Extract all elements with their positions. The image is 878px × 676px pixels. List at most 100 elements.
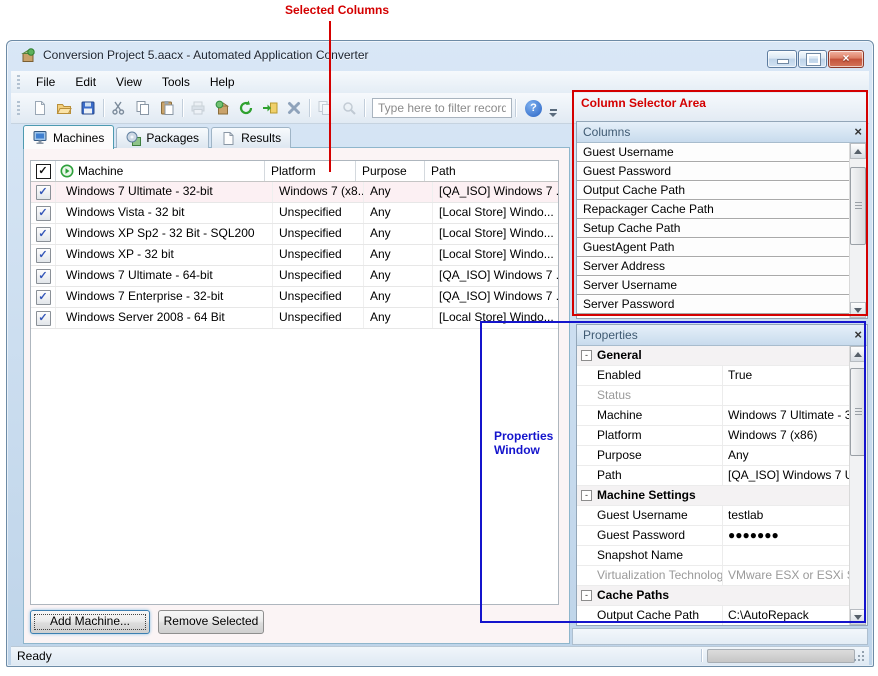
cell-platform: Unspecified [273, 203, 364, 223]
refresh-icon[interactable] [234, 96, 258, 120]
column-header-label: Platform [271, 164, 316, 178]
close-button[interactable]: × [828, 50, 864, 68]
save-icon[interactable] [76, 96, 100, 120]
cell-machine: Windows 7 Ultimate - 64-bit [56, 266, 273, 286]
open-icon[interactable] [52, 96, 76, 120]
overflow-bar-icon [550, 109, 557, 111]
checkbox-check-icon: ✓ [38, 250, 47, 261]
checkbox-check-icon: ✓ [38, 208, 47, 219]
cell-platform: Windows 7 (x8... [273, 182, 364, 202]
maximize-icon [807, 54, 820, 65]
cell-purpose: Any [364, 224, 433, 244]
page: Conversion Project 5.aacx - Automated Ap… [0, 0, 878, 676]
table-row[interactable]: ✓Windows 7 Ultimate - 32-bitWindows 7 (x… [31, 182, 558, 203]
annotation-column-selector-label: Column Selector Area [581, 96, 706, 110]
column-header-platform[interactable]: Platform [265, 161, 356, 181]
copy-icon[interactable] [131, 96, 155, 120]
table-row[interactable]: ✓ Windows Vista - 32 bitUnspecifiedAny[Lo… [31, 203, 558, 224]
add-machine-button[interactable]: Add Machine... [30, 610, 150, 634]
print-icon[interactable] [186, 96, 210, 120]
annotation-column-selector-rect [572, 90, 868, 316]
row-checkbox[interactable]: ✓ [31, 245, 56, 265]
cell-machine: Windows XP Sp2 - 32 Bit - SQL200 [56, 224, 273, 244]
row-checkbox[interactable]: ✓ [31, 224, 56, 244]
maximize-button[interactable] [798, 50, 827, 68]
cell-machine: Windows Server 2008 - 64 Bit [56, 308, 273, 328]
duplicate-icon[interactable] [313, 96, 337, 120]
cell-path: [Local Store] Windo... [433, 203, 558, 223]
cut-icon[interactable] [107, 96, 131, 120]
tab-strip: Machines Packages Results [23, 125, 293, 148]
menu-tools[interactable]: Tools [154, 73, 198, 91]
table-row[interactable]: ✓Windows 7 Ultimate - 64-bitUnspecifiedA… [31, 266, 558, 287]
table-header: ✓ Machine Platform Purpose Path [31, 161, 558, 182]
menubar-grip-icon[interactable] [17, 75, 20, 89]
cell-purpose: Any [364, 182, 433, 202]
toolbar-grip-icon[interactable] [17, 101, 20, 115]
status-bar: Ready [11, 646, 869, 665]
row-checkbox[interactable]: ✓ [31, 287, 56, 307]
cell-machine: Windows 7 Enterprise - 32-bit [56, 287, 273, 307]
run-icon[interactable] [258, 96, 282, 120]
column-header-label: Purpose [362, 164, 407, 178]
cell-path: [QA_ISO] Windows 7 ... [433, 287, 558, 307]
checkbox-check-icon: ✓ [38, 166, 47, 177]
close-icon: × [829, 51, 863, 66]
menu-file[interactable]: File [28, 73, 63, 91]
cell-machine: Windows Vista - 32 bit [56, 203, 273, 223]
delete-icon[interactable] [282, 96, 306, 120]
menu-view[interactable]: View [108, 73, 150, 91]
row-checkbox[interactable]: ✓ [31, 203, 56, 223]
menu-edit[interactable]: Edit [67, 73, 104, 91]
table-row[interactable]: ✓Windows Server 2008 - 64 BitUnspecified… [31, 308, 558, 329]
checkbox-check-icon: ✓ [38, 229, 47, 240]
results-tab-icon [221, 131, 236, 146]
dock-bottom-strip [572, 628, 868, 645]
tab-results[interactable]: Results [211, 127, 291, 148]
package-icon[interactable] [210, 96, 234, 120]
cell-machine: Windows 7 Ultimate - 32-bit [56, 182, 273, 202]
toolbar-overflow-button[interactable] [546, 95, 560, 122]
column-header-label: Machine [78, 164, 123, 178]
titlebar[interactable]: Conversion Project 5.aacx - Automated Ap… [7, 41, 873, 69]
filter-input[interactable] [372, 98, 512, 118]
table-row[interactable]: ✓Windows XP - 32 bitUnspecifiedAny[Local… [31, 245, 558, 266]
column-header-purpose[interactable]: Purpose [356, 161, 425, 181]
row-checkbox[interactable]: ✓ [31, 308, 56, 328]
new-icon[interactable] [28, 96, 52, 120]
toolbar-separator [515, 99, 516, 117]
cell-purpose: Any [364, 245, 433, 265]
cell-platform: Unspecified [273, 308, 364, 328]
toolbar-separator [364, 99, 365, 117]
tab-packages[interactable]: Packages [116, 127, 209, 148]
table-row[interactable]: ✓Windows 7 Enterprise - 32-bitUnspecifie… [31, 287, 558, 308]
cell-platform: Unspecified [273, 287, 364, 307]
window-title: Conversion Project 5.aacx - Automated Ap… [43, 48, 369, 62]
select-all-checkbox[interactable]: ✓ [31, 161, 56, 181]
paste-icon[interactable] [155, 96, 179, 120]
annotation-selected-columns-label: Selected Columns [285, 3, 389, 17]
help-icon[interactable]: ? [525, 100, 542, 117]
tab-machines[interactable]: Machines [23, 125, 114, 149]
cell-platform: Unspecified [273, 245, 364, 265]
chevron-down-icon [549, 113, 557, 117]
packages-tab-icon [126, 131, 141, 146]
cell-purpose: Any [364, 308, 433, 328]
annotation-properties-window-label: Properties Window [494, 429, 553, 457]
column-header-machine[interactable]: Machine [56, 161, 265, 181]
progress-well [707, 649, 855, 663]
table-row[interactable]: ✓Windows XP Sp2 - 32 Bit - SQL200Unspeci… [31, 224, 558, 245]
minimize-button[interactable] [767, 50, 797, 68]
row-checkbox[interactable]: ✓ [31, 182, 56, 202]
menu-help[interactable]: Help [202, 73, 243, 91]
search-icon[interactable] [337, 96, 361, 120]
column-header-label: Path [431, 164, 456, 178]
tab-label: Results [241, 131, 281, 145]
remove-selected-button[interactable]: Remove Selected [158, 610, 264, 634]
cell-path: [QA_ISO] Windows 7 ... [433, 266, 558, 286]
resize-grip-icon[interactable] [854, 651, 865, 662]
run-status-icon [60, 164, 74, 178]
row-checkbox[interactable]: ✓ [31, 266, 56, 286]
column-header-path[interactable]: Path [425, 161, 558, 181]
cell-purpose: Any [364, 203, 433, 223]
